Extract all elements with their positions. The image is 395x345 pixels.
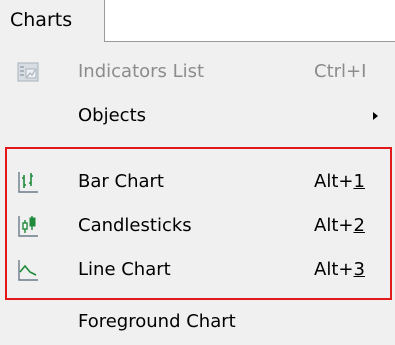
menu-item-label: Objects [78, 105, 147, 126]
menu-item-shortcut: Alt+1 [314, 170, 365, 194]
menu-item-label: Indicators List [78, 61, 205, 82]
menu-item-candlesticks[interactable]: Candlesticks Alt+2 [0, 204, 395, 248]
charts-menu-tab[interactable]: Charts [0, 0, 105, 42]
menu-bar: Charts [0, 0, 395, 42]
menu-item-line-chart[interactable]: Line Chart Alt+3 [0, 248, 395, 292]
menu-item-foreground-chart[interactable]: Foreground Chart [0, 300, 395, 344]
candlesticks-icon [16, 214, 40, 238]
shortcut-key: 3 [353, 259, 365, 280]
menu-item-shortcut: Alt+2 [314, 214, 365, 238]
indicators-list-icon [16, 60, 40, 84]
menu-item-label: Foreground Chart [78, 311, 236, 332]
menu-item-objects[interactable]: Objects [0, 94, 395, 138]
menu-item-bar-chart[interactable]: Bar Chart Alt+1 [0, 160, 395, 204]
submenu-arrow-icon [373, 112, 378, 120]
shortcut-key: 2 [353, 215, 365, 236]
line-chart-icon [16, 258, 40, 282]
bar-chart-icon [16, 170, 40, 194]
shortcut-prefix: Alt+ [314, 215, 354, 236]
menu-item-label: Line Chart [78, 259, 171, 280]
menu-item-shortcut: Alt+3 [314, 258, 365, 282]
app-screen: Charts Indicators List Ctrl+I Objects Ba… [0, 0, 395, 345]
menu-item-label: Bar Chart [78, 171, 164, 192]
shortcut-key: 1 [353, 171, 365, 192]
menu-item-shortcut: Ctrl+I [314, 61, 367, 82]
menu-item-indicators-list[interactable]: Indicators List Ctrl+I [0, 50, 395, 94]
menu-item-label: Candlesticks [78, 215, 192, 236]
shortcut-prefix: Alt+ [314, 259, 354, 280]
charts-dropdown-menu: Indicators List Ctrl+I Objects Bar Chart… [0, 42, 395, 345]
charts-menu-label: Charts [10, 9, 73, 31]
shortcut-prefix: Alt+ [314, 171, 354, 192]
